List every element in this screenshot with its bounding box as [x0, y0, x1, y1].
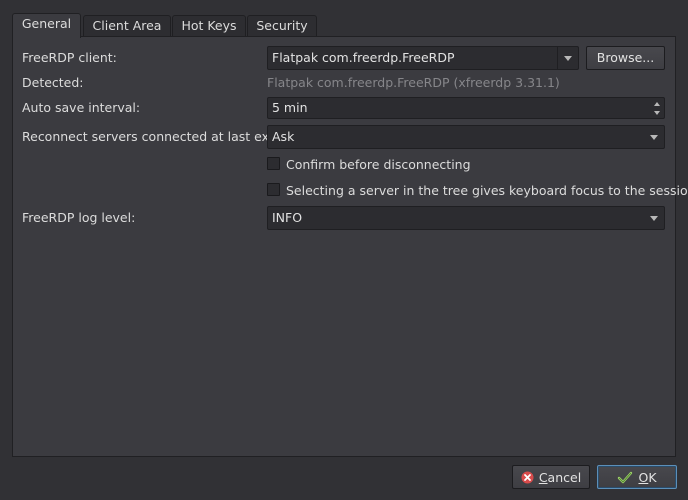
- confirm-disconnect-label[interactable]: Confirm before disconnecting: [286, 157, 471, 172]
- confirm-disconnect-checkbox[interactable]: [267, 157, 280, 170]
- tab-client-area-label: Client Area: [92, 18, 162, 33]
- chevron-down-icon: [644, 207, 664, 229]
- tab-general[interactable]: General: [12, 13, 81, 38]
- tab-client-area[interactable]: Client Area: [83, 15, 171, 36]
- tree-focus-label[interactable]: Selecting a server in the tree gives key…: [286, 183, 688, 198]
- browse-button-label: Browse...: [596, 50, 655, 65]
- auto-save-interval-label: Auto save interval:: [22, 100, 141, 115]
- freerdp-client-value: Flatpak com.freerdp.FreeRDP: [272, 50, 455, 65]
- ok-button-label: OK: [638, 469, 657, 485]
- tab-hot-keys-label: Hot Keys: [181, 18, 237, 33]
- browse-button[interactable]: Browse...: [586, 46, 665, 70]
- cancel-button[interactable]: Cancel: [512, 465, 590, 489]
- reconnect-combo[interactable]: Ask: [267, 125, 665, 149]
- cancel-icon: [521, 471, 534, 483]
- ok-check-icon: [618, 471, 633, 483]
- log-level-label: FreeRDP log level:: [22, 210, 136, 225]
- tab-security[interactable]: Security: [247, 15, 317, 36]
- freerdp-client-label: FreeRDP client:: [22, 50, 117, 65]
- spin-arrows[interactable]: [651, 99, 662, 117]
- auto-save-interval-value: 5 min: [272, 100, 308, 115]
- detected-value: Flatpak com.freerdp.FreeRDP (xfreerdp 3.…: [267, 75, 560, 90]
- ok-button[interactable]: OK: [597, 465, 677, 489]
- log-level-combo[interactable]: INFO: [267, 206, 665, 230]
- freerdp-client-combo[interactable]: Flatpak com.freerdp.FreeRDP: [267, 46, 579, 70]
- log-level-value: INFO: [272, 210, 303, 225]
- chevron-down-icon: [644, 126, 664, 148]
- reconnect-value: Ask: [272, 129, 295, 144]
- auto-save-interval-spinbox[interactable]: 5 min: [267, 97, 665, 119]
- spin-down-icon[interactable]: [653, 110, 660, 115]
- tab-security-label: Security: [256, 18, 308, 33]
- detected-label: Detected:: [22, 75, 84, 90]
- reconnect-label: Reconnect servers connected at last exit…: [22, 129, 282, 144]
- chevron-down-icon: [557, 47, 578, 69]
- tab-general-label: General: [21, 16, 72, 31]
- tree-focus-checkbox[interactable]: [267, 183, 280, 196]
- spin-up-icon[interactable]: [653, 101, 660, 106]
- cancel-button-label: Cancel: [538, 469, 582, 485]
- tab-hot-keys[interactable]: Hot Keys: [172, 15, 246, 36]
